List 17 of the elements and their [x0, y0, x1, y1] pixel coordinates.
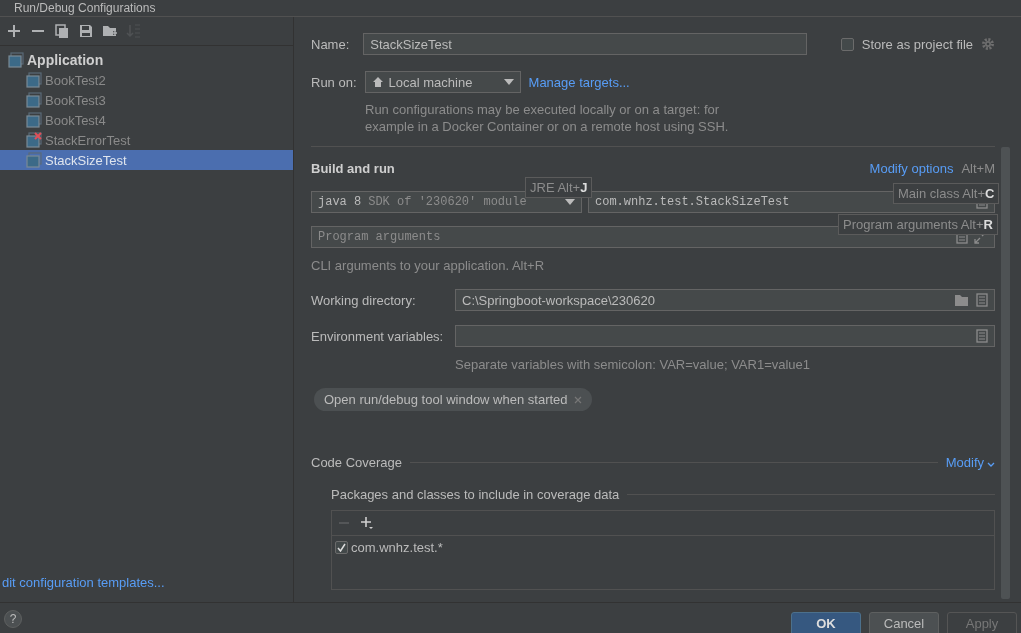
environment-variables-label: Environment variables:: [311, 328, 445, 344]
shortcut-tooltip: Program arguments Alt+R: [838, 214, 998, 235]
name-label: Name:: [311, 36, 350, 52]
run-on-label: Run on:: [311, 74, 357, 90]
working-directory-label: Working directory:: [311, 292, 417, 308]
section-title: Build and run: [311, 161, 395, 176]
environment-hint: Separate variables with semicolon: VAR=value; VAR1=value1: [455, 357, 812, 372]
cli-hint: CLI arguments to your application. Alt+R: [311, 258, 546, 273]
run-on-hint: Run configurations may be executed locally or on a target: for example in a Docker Container or on a remote host using SSH.: [365, 101, 730, 135]
section-title: Code Coverage: [311, 455, 403, 470]
shortcut-tooltip: JRE Alt+J: [525, 177, 593, 198]
package-pattern: com.wnhz.test.*: [351, 540, 443, 555]
shortcut-label: Alt+M: [961, 161, 995, 176]
store-label: Store as project file: [861, 36, 973, 52]
window-title: Run/Debug Configurations: [14, 1, 156, 15]
shortcut-tooltip: Main class Alt+C: [893, 183, 1000, 204]
packages-label: Packages and classes to include in coverage data: [331, 487, 620, 502]
